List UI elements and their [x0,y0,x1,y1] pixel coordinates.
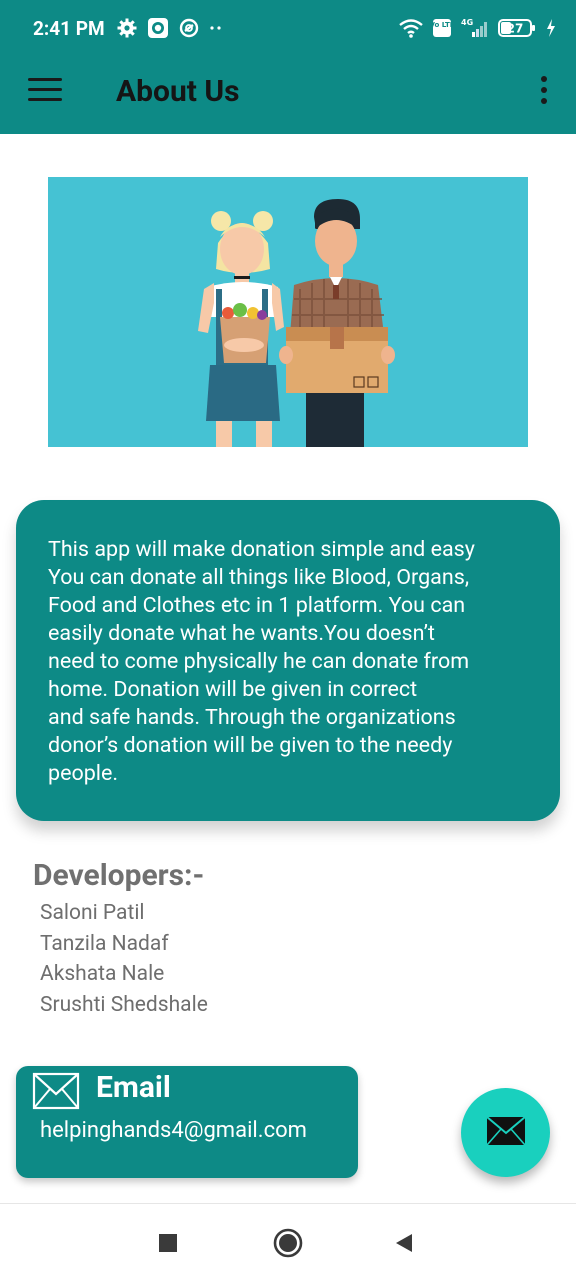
hero-illustration [48,177,528,447]
developer-name: Tanzila Nadaf [40,931,169,956]
svg-text:Vo LTE: Vo LTE [432,21,452,29]
email-heading: Email [96,1070,171,1105]
back-triangle-icon[interactable] [387,1226,421,1260]
developer-name: Saloni Patil [40,901,145,925]
app-bar: About Us [0,56,576,134]
more-vert-icon[interactable] [538,76,550,108]
developer-name: Srushti Shedshale [40,992,208,1017]
email-fab-button[interactable] [461,1088,550,1177]
signal-icon: 4G [460,17,490,39]
developer-name: Akshata Nale [40,962,165,986]
charging-icon [546,19,556,37]
svg-text:27: 27 [507,22,524,36]
status-time: 2:41 PM [33,16,105,40]
envelope-icon [485,1115,526,1150]
volte-icon: Vo LTE [432,18,452,38]
about-description: This app will make donation simple and e… [48,537,475,786]
record-icon [147,17,169,39]
svg-text:4G: 4G [461,18,473,27]
wifi-icon [398,18,424,38]
about-card: This app will make donation simple and e… [16,500,560,821]
woman-with-grocery-bag-illustration [198,211,284,447]
man-with-box-illustration [279,199,395,447]
developers-list: Saloni Patil Tanzila Nadaf Akshata Nale … [40,898,208,1020]
developers-heading: Developers:- [33,858,205,893]
page-title: About Us [116,74,240,109]
email-card[interactable]: Email helpinghands4@gmail.com [16,1066,358,1178]
data-saver-icon [179,18,199,38]
status-bar: 2:41 PM Vo LTE 4G 27 [0,0,576,56]
envelope-icon [32,1072,80,1114]
hamburger-menu-icon[interactable] [28,78,62,108]
battery-icon: 27 [498,18,538,38]
home-circle-icon[interactable] [271,1226,305,1260]
email-address[interactable]: helpinghands4@gmail.com [40,1118,307,1143]
recents-square-icon[interactable] [151,1226,185,1260]
more-notifications-icon [209,24,223,32]
settings-gear-icon [117,18,137,38]
system-nav-bar [0,1203,576,1280]
